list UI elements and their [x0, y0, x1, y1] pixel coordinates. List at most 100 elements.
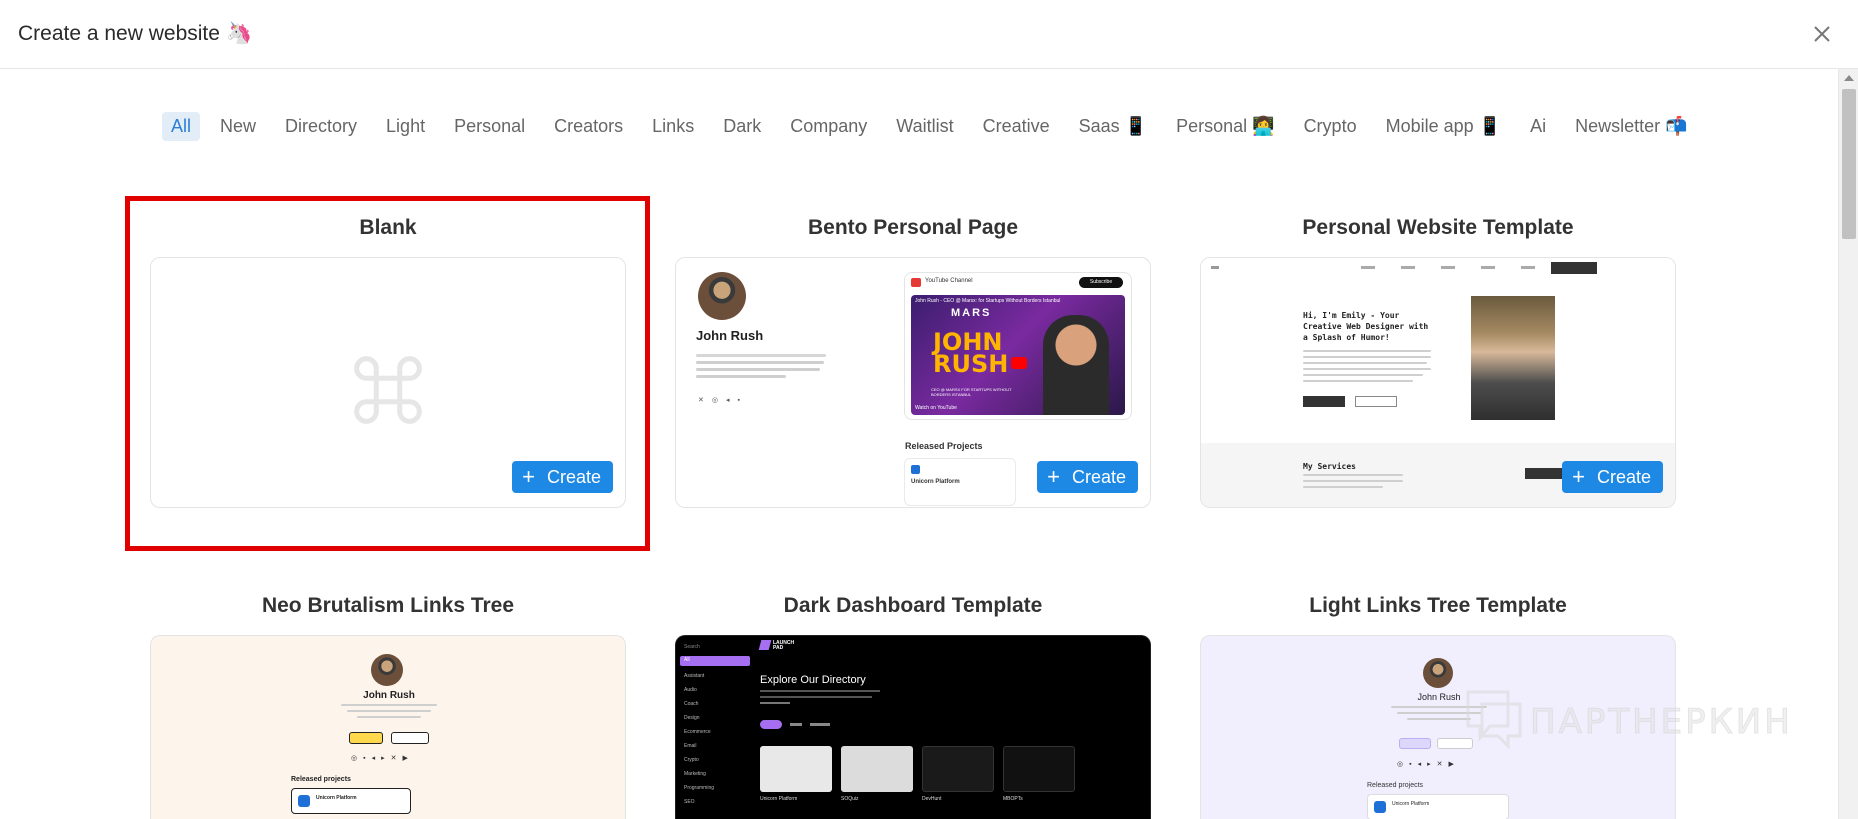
- create-button-bento[interactable]: + Create: [1037, 461, 1138, 493]
- video-card: YouTube Channel Subscribe John Rush - CE…: [904, 272, 1132, 420]
- subscribe-button: Subscribe: [1079, 277, 1123, 288]
- template-card-dark[interactable]: Search All Assistant Audio Coach Design …: [675, 635, 1151, 819]
- avatar: [1423, 658, 1453, 688]
- preview-name: John Rush: [696, 328, 764, 343]
- plus-icon: +: [1572, 464, 1585, 489]
- tab-pill: [790, 723, 802, 726]
- create-label: Create: [1596, 466, 1651, 487]
- item-thumbnail: [841, 746, 913, 792]
- preview-name: John Rush: [363, 690, 415, 701]
- hero-line: [1303, 356, 1431, 358]
- sidebar-item: Audio: [684, 687, 697, 693]
- category-filters: All New Directory Light Personal Creator…: [162, 111, 1708, 141]
- filter-chip-creators[interactable]: Creators: [545, 112, 632, 141]
- light-button: [1399, 738, 1431, 749]
- sidebar-item: Programming: [684, 785, 715, 791]
- filter-chip-dark[interactable]: Dark: [714, 112, 770, 141]
- tab-pill: [810, 723, 830, 726]
- project-name: Unicorn Platform: [316, 795, 357, 801]
- project-logo-icon: [1374, 801, 1386, 813]
- preview-logo: [1211, 266, 1219, 269]
- filter-chip-company[interactable]: Company: [781, 112, 876, 141]
- avatar: [698, 272, 746, 320]
- filter-chip-crypto[interactable]: Crypto: [1295, 112, 1366, 141]
- filter-chip-ai[interactable]: Ai: [1521, 112, 1555, 141]
- services-line: [1303, 480, 1403, 482]
- scroll-up-icon[interactable]: [1844, 75, 1854, 81]
- tab-pill: [760, 720, 782, 729]
- dialog-title: Create a new website 🦄: [18, 22, 252, 46]
- avatar: [371, 654, 403, 686]
- preview-nav-cta: [1551, 262, 1597, 274]
- template-card-neo[interactable]: John Rush ◎▪◂▸✕▶ Released projects Unico…: [150, 635, 626, 819]
- social-icons: ◎▪◂▸✕▶: [351, 755, 414, 762]
- neo-button: [391, 732, 429, 744]
- desc-line: [760, 696, 872, 698]
- sidebar-item: Crypto: [684, 757, 699, 763]
- sidebar-item: Design: [684, 715, 700, 721]
- filter-chip-saas[interactable]: Saas 📱: [1070, 112, 1156, 141]
- item-name: DevHunt: [922, 796, 942, 802]
- hero-section: [1201, 258, 1675, 443]
- close-button[interactable]: [1808, 20, 1836, 48]
- play-icon: [1011, 357, 1027, 369]
- sidebar-item: Ecommerce: [684, 729, 711, 735]
- filter-chip-waitlist[interactable]: Waitlist: [887, 112, 962, 141]
- released-projects-heading: Released projects: [291, 776, 351, 783]
- filter-chip-newsletter[interactable]: Newsletter 📬: [1566, 112, 1696, 141]
- unicorn-icon: 🦄: [225, 22, 253, 45]
- preview-bio-line: [696, 361, 824, 364]
- released-projects-heading: Released Projects: [905, 441, 983, 451]
- social-icons: ◎▪◂▸✕▶: [1397, 761, 1460, 768]
- project-card: Unicorn Platform: [904, 458, 1016, 506]
- filter-chip-directory[interactable]: Directory: [276, 112, 366, 141]
- preview-bio-line: [696, 368, 820, 371]
- sidebar-item: SEO: [684, 799, 695, 805]
- item-name: SOQuiz: [841, 796, 859, 802]
- speaker-photo: [1043, 315, 1109, 415]
- hero-headline: Hi, I'm Emily - Your Creative Web Design…: [1303, 311, 1429, 342]
- sidebar-item: Coach: [684, 701, 699, 707]
- hero-line: [1303, 374, 1423, 376]
- project-name: Unicorn Platform: [1392, 801, 1430, 807]
- filter-chip-light[interactable]: Light: [377, 112, 434, 141]
- bio-line: [347, 710, 431, 712]
- plus-icon: +: [1047, 464, 1060, 489]
- launchpad-logo-icon: [758, 640, 772, 650]
- project-name: Unicorn Platform: [911, 479, 960, 485]
- template-card-bento[interactable]: John Rush ✕◎◂▪ YouTube Channel Subscribe…: [675, 257, 1151, 508]
- video-thumbnail: John Rush - CEO @ Marsx: for Startups Wi…: [911, 295, 1125, 415]
- youtube-icon: [911, 278, 921, 287]
- scrollbar-thumb[interactable]: [1842, 89, 1856, 239]
- desc-line: [760, 702, 790, 704]
- scrollbar[interactable]: [1838, 69, 1858, 819]
- preview-bio-line: [696, 354, 826, 357]
- portrait-photo: [1471, 296, 1555, 420]
- template-title-personal: Personal Website Template: [1302, 216, 1574, 239]
- sidebar-item: All: [684, 657, 690, 663]
- filter-chip-personal[interactable]: Personal: [445, 112, 534, 141]
- template-card-personal[interactable]: Hi, I'm Emily - Your Creative Web Design…: [1200, 257, 1676, 508]
- filter-chip-new[interactable]: New: [211, 112, 265, 141]
- hero-line: [1303, 380, 1413, 382]
- watermark-logo-icon: [1466, 690, 1522, 750]
- create-button-personal[interactable]: + Create: [1562, 461, 1663, 493]
- watermark: ПАРТНЕРКИН: [1460, 680, 1820, 760]
- selection-highlight: [125, 196, 650, 551]
- services-heading: My Services: [1303, 462, 1356, 471]
- hero-line: [1303, 350, 1431, 352]
- close-icon: [1814, 26, 1830, 42]
- services-line: [1303, 474, 1403, 476]
- thumb-big-text: JOHN RUSH: [933, 328, 1009, 378]
- filter-chip-creative[interactable]: Creative: [974, 112, 1059, 141]
- project-card: Unicorn Platform: [291, 788, 411, 814]
- project-logo-icon: [298, 795, 310, 807]
- template-title-bento: Bento Personal Page: [807, 216, 1019, 239]
- filter-chip-all[interactable]: All: [162, 111, 201, 141]
- filter-chip-mobile-app[interactable]: Mobile app 📱: [1377, 112, 1510, 141]
- released-projects-heading: Released projects: [1367, 782, 1424, 789]
- hero-primary-button: [1303, 396, 1345, 407]
- filter-chip-personal-2[interactable]: Personal 👩‍💻: [1167, 112, 1283, 141]
- filter-chip-links[interactable]: Links: [643, 112, 703, 141]
- preview-bio-line: [696, 375, 786, 378]
